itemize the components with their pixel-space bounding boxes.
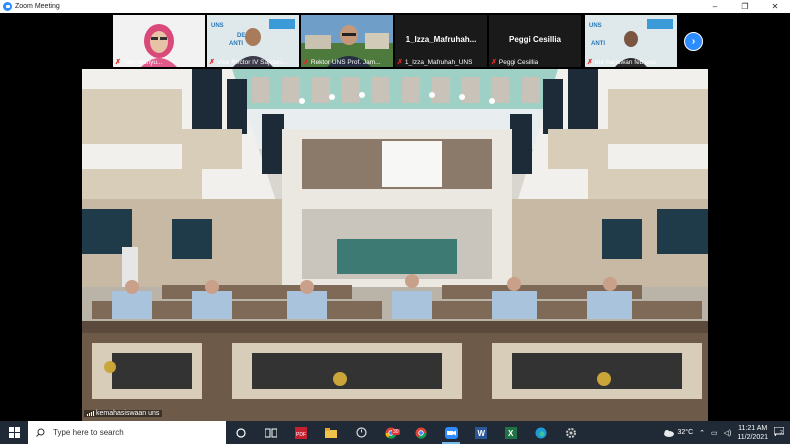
- word-icon[interactable]: W: [466, 421, 496, 444]
- participant-name: Vice Rector IV Sajidan...: [216, 58, 288, 66]
- mic-off-icon: ✗: [491, 59, 497, 66]
- zoom-icon[interactable]: [436, 421, 466, 444]
- taskbar-search-box[interactable]: Type here to search: [28, 421, 226, 444]
- windows-start-icon[interactable]: [0, 421, 28, 444]
- mic-off-icon: ✗: [587, 59, 593, 66]
- participant-name: Rektor UNS Prof. Jam...: [310, 58, 381, 66]
- svg-text:UNS: UNS: [589, 23, 602, 29]
- chevron-right-icon[interactable]: ›: [684, 32, 703, 51]
- participant-tile[interactable]: ✗ Tetri Wahyu...: [113, 15, 205, 67]
- mic-off-icon: ✗: [303, 59, 309, 66]
- main-video: [82, 69, 708, 421]
- cortana-icon[interactable]: [226, 421, 256, 444]
- edge-icon[interactable]: [526, 421, 556, 444]
- search-placeholder: Type here to search: [53, 428, 124, 437]
- minimize-button[interactable]: –: [700, 0, 730, 13]
- clock-time: 11:21 AM: [738, 424, 768, 432]
- taskbar-clock[interactable]: 11:21 AM 11/2/2021: [737, 424, 768, 442]
- weather-temperature: 32°C: [677, 429, 694, 436]
- weather-icon[interactable]: 32°C: [663, 429, 694, 437]
- svg-text:X: X: [508, 429, 514, 438]
- task-view-icon[interactable]: [256, 421, 286, 444]
- chrome-icon-2[interactable]: [406, 421, 436, 444]
- chrome-icon[interactable]: 30: [376, 421, 406, 444]
- svg-text:W: W: [478, 429, 486, 438]
- zoom-app-icon: [3, 2, 12, 11]
- participant-name: Tetri Wahyu...: [122, 58, 163, 66]
- clock-app-icon[interactable]: [346, 421, 376, 444]
- participant-display-name: Peggi Cesillia: [508, 35, 562, 44]
- participant-name: 1_Izza_Mafruhah_UNS: [404, 58, 473, 66]
- participant-tile[interactable]: UNS ANTI ✗ nur hariawan feb uns: [585, 15, 677, 67]
- mic-off-icon: ✗: [397, 59, 403, 66]
- search-icon: [36, 428, 45, 437]
- notification-icon[interactable]: 2: [773, 426, 786, 438]
- svg-text:UNS: UNS: [211, 23, 224, 29]
- close-button[interactable]: ✕: [760, 0, 790, 13]
- speaker-name-label: kemahasiswaan uns: [84, 410, 163, 417]
- svg-text:PDF: PDF: [296, 432, 306, 438]
- participant-tile[interactable]: 1_Izza_Mafruhah... ✗ 1_Izza_Mafruhah_UNS: [395, 15, 487, 67]
- network-icon[interactable]: ▭: [711, 429, 718, 437]
- maximize-button[interactable]: ❐: [730, 0, 760, 13]
- settings-icon[interactable]: [556, 421, 586, 444]
- participant-tile[interactable]: UNS DESI ANTI ✗ Vice Rector IV Sajidan...: [207, 15, 299, 67]
- participant-strip: ✗ Tetri Wahyu... UNS DESI ANTI ✗ Vice Rect…: [0, 13, 790, 69]
- notification-badge: 30: [392, 429, 400, 435]
- speaker-name: kemahasiswaan uns: [96, 410, 160, 417]
- window-titlebar: Zoom Meeting – ❐ ✕: [0, 0, 790, 13]
- auditorium-video-frame: [82, 69, 708, 421]
- clock-date: 11/2/2021: [737, 433, 768, 441]
- participant-tile[interactable]: ✗ Rektor UNS Prof. Jam...: [301, 15, 393, 67]
- participant-name: nur hariawan feb uns: [594, 58, 656, 66]
- file-explorer-icon[interactable]: [316, 421, 346, 444]
- svg-text:ANTI: ANTI: [591, 41, 605, 47]
- pdf-icon[interactable]: PDF: [286, 421, 316, 444]
- chevron-up-icon[interactable]: ⌃: [699, 429, 705, 437]
- excel-icon[interactable]: X: [496, 421, 526, 444]
- participant-display-name: 1_Izza_Mafruhah...: [405, 35, 477, 44]
- participant-tile[interactable]: Peggi Cesillia ✗ Peggi Cesillia: [489, 15, 581, 67]
- windows-taskbar: Type here to search PDF 30 W X 32°C ⌃ ▭ …: [0, 421, 790, 444]
- notification-count: 2: [780, 430, 783, 436]
- participant-name: Peggi Cesillia: [498, 58, 539, 66]
- svg-text:ANTI: ANTI: [229, 41, 243, 47]
- signal-icon: [87, 411, 94, 416]
- mic-off-icon: ✗: [209, 59, 215, 66]
- volume-icon[interactable]: ◁): [724, 429, 732, 437]
- system-tray: 32°C ⌃ ▭ ◁) 11:21 AM 11/2/2021 2: [663, 421, 790, 444]
- window-title: Zoom Meeting: [15, 3, 60, 10]
- mic-off-icon: ✗: [115, 59, 121, 66]
